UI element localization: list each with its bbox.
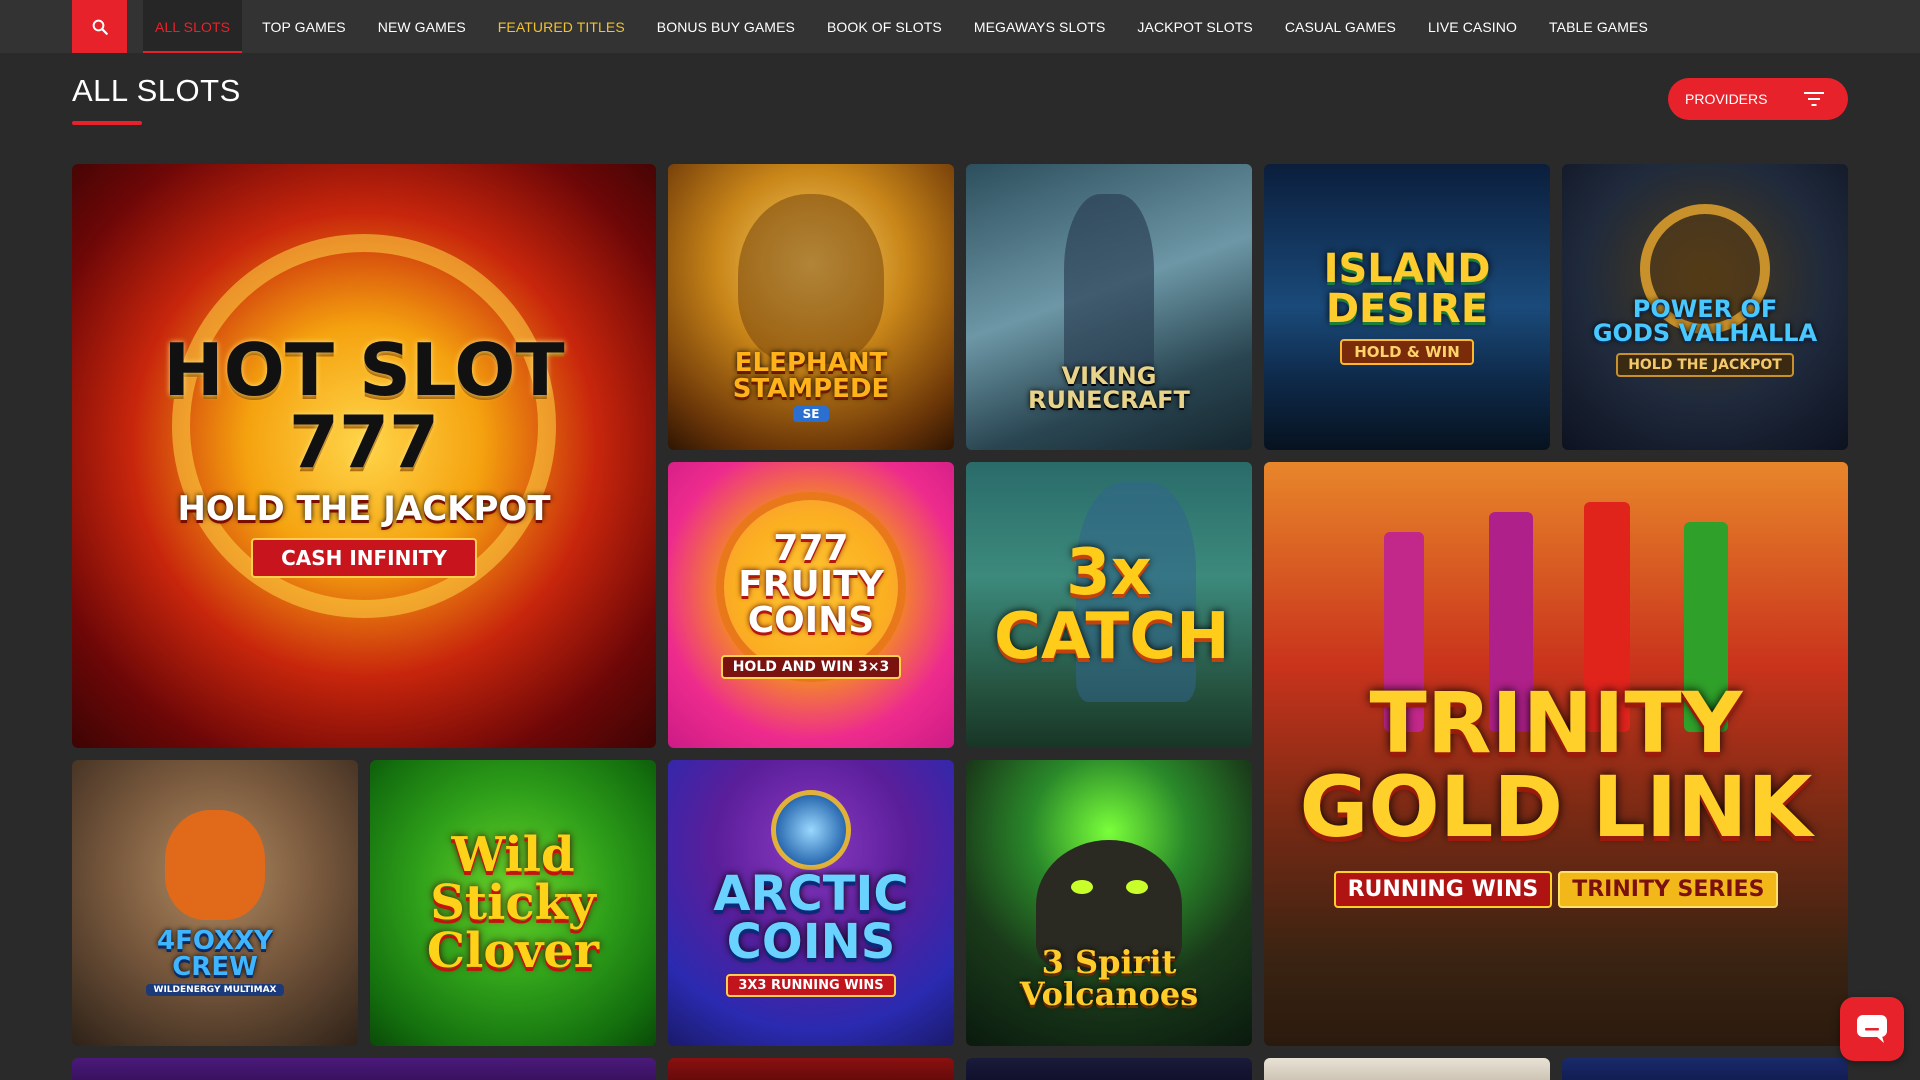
game-tile-elephant-stampede[interactable]: ELEPHANT STAMPEDE SE [668,164,954,450]
game-title: 3x CATCH [994,536,1230,674]
game-tag-running-wins: RUNNING WINS [1333,870,1553,908]
providers-label: PROVIDERS [1685,91,1768,107]
game-tile-wild-sticky-clover[interactable]: Wild Sticky Clover [370,760,656,1046]
tab-all-slots[interactable]: ALL SLOTS [143,0,243,53]
game-tag: HOLD & WIN [1340,339,1474,365]
game-title: HOT SLOT 777 [163,328,565,484]
game-title: Wild Sticky Clover [426,827,600,979]
game-tile-4foxxy-crew[interactable]: 4FOXXY CREW WILDENERGY MULTIMAX [72,760,358,1046]
game-tag: HOLD AND WIN 3×3 [720,655,902,679]
game-tags: RUNNING WINS TRINITY SERIES [1333,870,1779,908]
tab-featured-titles[interactable]: FEATURED TITLES [486,0,637,53]
game-tile-row4-3[interactable] [966,1058,1252,1080]
tab-casual-games[interactable]: CASUAL GAMES [1273,0,1408,53]
chat-bubble-icon [1857,1015,1887,1043]
game-tile-viking-runecraft[interactable]: VIKING RUNECRAFT [966,164,1252,450]
tab-book-of-slots[interactable]: BOOK OF SLOTS [815,0,954,53]
game-tile-arctic-coins[interactable]: ARCTIC COINS 3X3 RUNNING WINS [668,760,954,1046]
game-tile-valhalla[interactable]: POWER OF GODS VALHALLA HOLD THE JACKPOT [1562,164,1848,450]
page-title: ALL SLOTS [72,73,241,108]
game-title: ELEPHANT STAMPEDE [732,348,890,404]
game-title: ISLAND DESIRE [1323,246,1491,332]
game-tile-row4-4[interactable] [1264,1058,1550,1080]
tab-new-games[interactable]: NEW GAMES [366,0,478,53]
game-tag: WILDENERGY MULTIMAX [145,984,285,996]
game-tag: 3X3 RUNNING WINS [726,973,896,997]
search-icon [92,19,108,35]
game-tile-row4-5[interactable] [1562,1058,1848,1080]
search-button[interactable] [72,0,127,53]
game-tile-hot-slot[interactable]: HOT SLOT 777 HOLD THE JACKPOT CASH INFIN… [72,164,656,748]
game-title: 4FOXXY CREW [157,926,273,982]
game-title: VIKING RUNECRAFT [1028,362,1190,414]
game-tag: HOLD THE JACKPOT [1616,353,1794,377]
game-tile-island-desire[interactable]: ISLAND DESIRE HOLD & WIN [1264,164,1550,450]
game-tile-trinity-gold-link[interactable]: TRINITY GOLD LINK RUNNING WINS TRINITY S… [1264,462,1848,1046]
game-title: TRINITY GOLD LINK [1299,673,1813,856]
game-tag: CASH INFINITY [251,538,477,578]
category-tabs: ALL SLOTS TOP GAMES NEW GAMES FEATURED T… [143,0,1668,53]
game-tag: SE [792,406,830,422]
tab-jackpot-slots[interactable]: JACKPOT SLOTS [1125,0,1264,53]
tab-bonus-buy-games[interactable]: BONUS BUY GAMES [645,0,807,53]
tab-top-games[interactable]: TOP GAMES [250,0,358,53]
game-tile-3x-catch[interactable]: 3x CATCH [966,462,1252,748]
tab-megaways-slots[interactable]: MEGAWAYS SLOTS [962,0,1118,53]
providers-button[interactable]: PROVIDERS [1668,78,1848,120]
chat-button[interactable] [1840,997,1904,1061]
game-title: 3 Spirit Volcanoes [1019,943,1199,1013]
game-tile-row4-1[interactable] [72,1058,656,1080]
game-title: POWER OF GODS VALHALLA [1592,295,1818,347]
tab-live-casino[interactable]: LIVE CASINO [1416,0,1529,53]
game-subtitle: HOLD THE JACKPOT [177,489,551,529]
game-tag-trinity-series: TRINITY SERIES [1558,870,1779,908]
game-title: 777 FRUITY COINS [738,528,884,641]
filter-icon [1804,92,1824,106]
game-tile-row4-2[interactable] [668,1058,954,1080]
top-navigation: ALL SLOTS TOP GAMES NEW GAMES FEATURED T… [0,0,1920,53]
game-tile-3-spirit-volcanoes[interactable]: 3 Spirit Volcanoes [966,760,1252,1046]
title-underline [72,121,142,125]
game-tile-fruity-coins[interactable]: 777 FRUITY COINS HOLD AND WIN 3×3 [668,462,954,748]
tab-table-games[interactable]: TABLE GAMES [1537,0,1660,53]
game-title: ARCTIC COINS [713,865,909,970]
